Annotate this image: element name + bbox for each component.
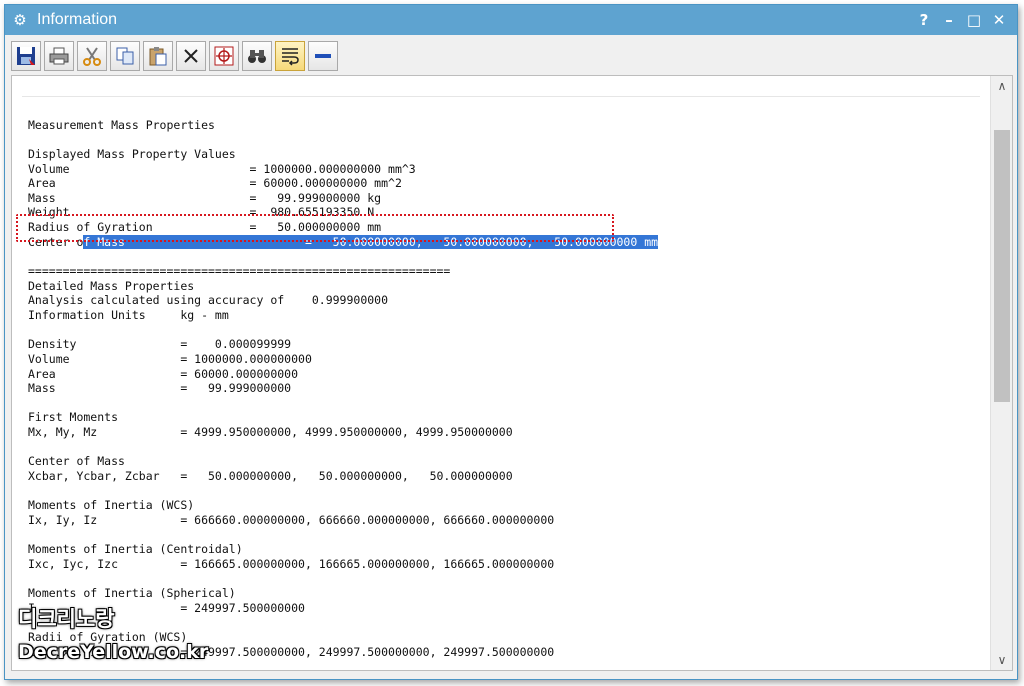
report-line: Volume = 1000000.000000000	[28, 351, 312, 366]
report-line	[28, 572, 658, 587]
report-line: Analysis calculated using accuracy of 0.…	[28, 293, 389, 308]
print-icon	[49, 47, 69, 65]
report-line	[28, 528, 658, 543]
report-line	[28, 484, 658, 499]
report-line: Xcbar, Ycbar, Zcbar = 50.000000000, 50.0…	[28, 469, 513, 484]
copy-button[interactable]	[110, 41, 140, 71]
gear-icon: ⚙	[13, 11, 27, 29]
information-panel: Measurement Mass Properties Displayed Mas…	[11, 75, 1013, 671]
report-line	[28, 132, 658, 147]
vertical-scrollbar[interactable]: ∧ ∨	[990, 76, 1012, 670]
report-line: Radius of Gyration = 50.000000000 mm	[28, 220, 382, 235]
title-bar[interactable]: ⚙ Information ? – □ ✕	[5, 5, 1017, 35]
report-line	[28, 396, 658, 411]
watermark: 디크리노랑 DecreYellow.co.kr	[18, 606, 208, 664]
report-line: Mass = 99.999000000 kg	[28, 190, 382, 205]
maximize-button[interactable]: □	[962, 8, 986, 32]
find-button[interactable]	[242, 41, 272, 71]
delete-button[interactable]	[176, 41, 206, 71]
report-line: Volume = 1000000.000000000 mm^3	[28, 161, 416, 176]
report-line: Ixc, Iyc, Izc = 166665.000000000, 166665…	[28, 556, 555, 571]
report-line: Moments of Inertia (WCS)	[28, 498, 195, 513]
watermark-korean: 디크리노랑	[18, 607, 115, 631]
report-line	[28, 103, 658, 118]
paste-button[interactable]	[143, 41, 173, 71]
wrap-text-icon	[282, 48, 299, 66]
scroll-up-icon[interactable]: ∧	[991, 76, 1012, 96]
report-line: Mx, My, Mz = 4999.950000000, 4999.950000…	[28, 425, 513, 440]
window-title: Information	[37, 11, 118, 28]
selected-text: f Mass = 50.000000000, 50.000000000, 50.…	[83, 234, 659, 249]
report-line: Area = 60000.000000000 mm^2	[28, 176, 402, 191]
report-line: Center of Mass = 50.000000000, 50.000000…	[28, 234, 659, 250]
report-text-area[interactable]: Measurement Mass Properties Displayed Mas…	[22, 96, 980, 668]
window-controls: ? – □ ✕	[911, 5, 1011, 35]
scrollbar-thumb[interactable]	[994, 130, 1010, 402]
cut-button[interactable]	[77, 41, 107, 71]
scroll-down-icon[interactable]: ∨	[991, 650, 1012, 670]
print-button[interactable]	[44, 41, 74, 71]
help-button[interactable]: ?	[912, 8, 936, 32]
report-line: Weight = 980.655193350 N	[28, 205, 375, 220]
report-line: Displayed Mass Property Values	[28, 146, 236, 161]
watermark-domain: DecreYellow.co.kr	[18, 641, 209, 663]
report-line: Center of Mass	[28, 454, 125, 469]
wrap-text-button[interactable]	[275, 41, 305, 71]
report-line: Information Units kg - mm	[28, 307, 229, 322]
report-line	[28, 440, 658, 455]
report-line: First Moments	[28, 410, 119, 425]
information-window: ⚙ Information ? – □ ✕ Measurement Mass P…	[4, 4, 1018, 680]
crosshair-icon	[214, 46, 234, 66]
selected-line-prefix: Center o	[28, 234, 84, 249]
report-line	[28, 323, 658, 338]
report-line: Moments of Inertia (Centroidal)	[28, 542, 243, 557]
report-line: Mass = 99.999000000	[28, 381, 292, 396]
report-line: Moments of Inertia (Spherical)	[28, 586, 236, 601]
report-line: Density = 0.000099999	[28, 337, 292, 352]
copy-icon	[116, 47, 134, 65]
report-line: Detailed Mass Properties	[28, 278, 195, 293]
save-button[interactable]	[11, 41, 41, 71]
minus-icon	[315, 54, 331, 58]
minimize-button[interactable]: –	[937, 8, 961, 32]
report-line: Ix, Iy, Iz = 666660.000000000, 666660.00…	[28, 512, 555, 527]
crosshair-button[interactable]	[209, 41, 239, 71]
toolbar	[11, 39, 341, 73]
report-lines: Measurement Mass Properties Displayed Mas…	[28, 103, 659, 668]
paste-icon	[149, 47, 167, 66]
report-line: ========================================…	[28, 264, 451, 279]
close-button[interactable]: ✕	[987, 8, 1011, 32]
delete-icon	[184, 49, 198, 63]
collapse-button[interactable]	[308, 41, 338, 71]
report-line	[28, 249, 658, 264]
save-icon	[17, 47, 35, 65]
cut-icon	[83, 47, 101, 66]
report-line: Area = 60000.000000000	[28, 366, 299, 381]
report-line: Measurement Mass Properties	[28, 117, 215, 132]
binoculars-icon	[248, 50, 266, 63]
